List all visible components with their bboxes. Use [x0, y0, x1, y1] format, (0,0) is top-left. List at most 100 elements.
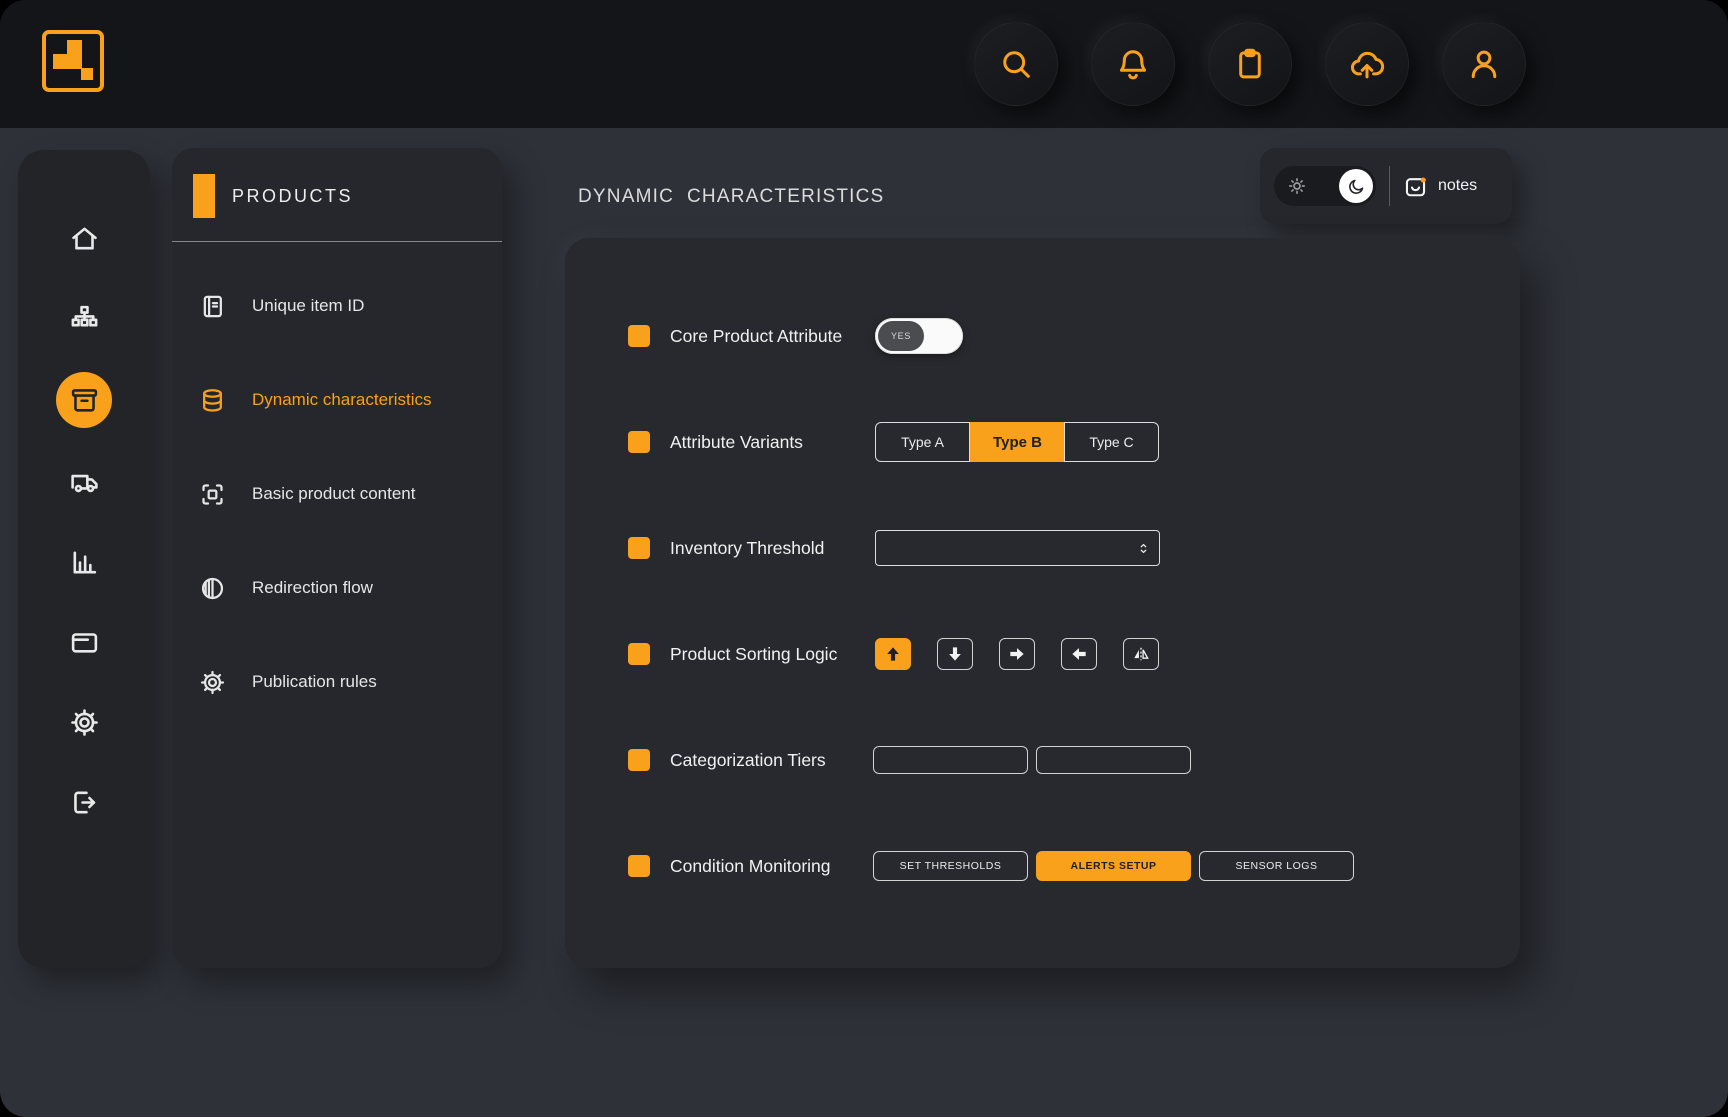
sidebar-item-logout[interactable] [58, 776, 110, 828]
sidebar-item-settings[interactable] [58, 696, 110, 748]
clipboard-icon [1232, 46, 1268, 82]
settings-gear-icon [69, 707, 100, 738]
sidebar-item-home[interactable] [58, 212, 110, 264]
page-title: DYNAMIC CHARACTERISTICS [578, 186, 884, 208]
sidebar-item-hierarchy[interactable] [58, 292, 110, 344]
dark-mode-toggle-knob[interactable] [1339, 169, 1373, 203]
menu-item-dynamic-characteristics[interactable]: Dynamic characteristics [172, 362, 502, 438]
menu-item-unique-item-id[interactable]: Unique item ID [172, 268, 502, 344]
set-thresholds-button[interactable]: SET THRESHOLDS [873, 851, 1028, 881]
cloud-upload-icon [1349, 46, 1385, 82]
arrow-left-icon [1069, 644, 1089, 664]
sorting-button-group [875, 638, 1159, 670]
row-label: Attribute Variants [670, 432, 875, 453]
inventory-threshold-checkbox[interactable] [628, 537, 650, 559]
id-book-icon [199, 293, 226, 320]
products-menu: Unique item ID Dynamic characteristics B… [172, 242, 502, 720]
sidebar-item-products[interactable] [56, 372, 112, 428]
core-attribute-toggle[interactable]: YES [875, 318, 963, 354]
form-row-condition-monitoring: Condition Monitoring SET THRESHOLDS ALER… [565, 813, 1520, 919]
row-label: Categorization Tiers [670, 750, 875, 771]
database-icon [199, 387, 226, 414]
menu-item-label: Redirection flow [252, 578, 373, 598]
checker-logo-icon [40, 28, 106, 94]
search-button[interactable] [974, 22, 1058, 106]
sort-left-button[interactable] [1061, 638, 1097, 670]
variant-type-c-button[interactable]: Type C [1064, 422, 1159, 462]
sort-up-button[interactable] [875, 638, 911, 670]
upload-button[interactable] [1325, 22, 1409, 106]
sitemap-icon [69, 303, 100, 334]
gear-icon [199, 669, 226, 696]
moon-icon [1347, 177, 1366, 196]
arrow-right-icon [1007, 644, 1027, 664]
inventory-threshold-select[interactable] [875, 530, 1160, 566]
sidebar-item-analytics[interactable] [58, 536, 110, 588]
products-panel: PRODUCTS Unique item ID Dynamic characte… [172, 148, 502, 968]
tier-1-input[interactable] [873, 746, 1028, 774]
wallet-icon [69, 627, 100, 658]
top-controls: notes [1260, 148, 1512, 224]
icon-sidebar [18, 150, 150, 968]
light-mode-icon[interactable] [1287, 176, 1307, 196]
row-label: Core Product Attribute [670, 326, 875, 347]
menu-item-publication-rules[interactable]: Publication rules [172, 644, 502, 720]
arrow-up-icon [883, 644, 903, 664]
row-label: Condition Monitoring [670, 856, 875, 877]
sun-icon [1287, 176, 1307, 196]
tier-input-group [873, 746, 1191, 774]
menu-item-label: Unique item ID [252, 296, 364, 316]
products-box-icon [69, 385, 100, 416]
menu-item-label: Publication rules [252, 672, 377, 692]
product-sorting-checkbox[interactable] [628, 643, 650, 665]
variant-type-b-button[interactable]: Type B [970, 422, 1065, 462]
sidebar-item-delivery[interactable] [58, 456, 110, 508]
sidebar-item-wallet[interactable] [58, 616, 110, 668]
truck-icon [69, 467, 100, 498]
condition-button-group: SET THRESHOLDS ALERTS SETUP SENSOR LOGS [873, 851, 1354, 881]
logout-icon [69, 787, 100, 818]
user-icon [1466, 46, 1502, 82]
brand-logo[interactable] [40, 28, 106, 94]
variant-type-a-button[interactable]: Type A [875, 422, 970, 462]
notes-icon [1403, 174, 1428, 199]
condition-monitoring-checkbox[interactable] [628, 855, 650, 877]
profile-button[interactable] [1442, 22, 1526, 106]
header-actions [974, 22, 1526, 106]
toggle-knob: YES [878, 321, 924, 351]
form-row-attribute-variants: Attribute Variants Type A Type B Type C [565, 389, 1520, 495]
settings-card: Core Product Attribute YES Attribute Var… [565, 238, 1520, 968]
row-label: Product Sorting Logic [670, 644, 875, 665]
form-row-core-product-attribute: Core Product Attribute YES [565, 283, 1520, 389]
variant-segmented-control: Type A Type B Type C [875, 422, 1159, 462]
attribute-variants-checkbox[interactable] [628, 431, 650, 453]
app-window: PRODUCTS Unique item ID Dynamic characte… [0, 0, 1728, 1117]
sort-down-button[interactable] [937, 638, 973, 670]
form-row-product-sorting-logic: Product Sorting Logic [565, 601, 1520, 707]
toggle-state-label: YES [891, 331, 911, 341]
sort-right-button[interactable] [999, 638, 1035, 670]
notifications-button[interactable] [1091, 22, 1175, 106]
notes-label: notes [1438, 177, 1477, 195]
row-label: Inventory Threshold [670, 538, 875, 559]
flip-horizontal-icon [1131, 644, 1151, 664]
core-product-attribute-checkbox[interactable] [628, 325, 650, 347]
panel-accent-marker [193, 174, 215, 218]
menu-item-basic-product-content[interactable]: Basic product content [172, 456, 502, 532]
theme-toggle[interactable] [1274, 166, 1376, 206]
search-icon [998, 46, 1034, 82]
clipboard-button[interactable] [1208, 22, 1292, 106]
tier-2-input[interactable] [1036, 746, 1191, 774]
products-panel-header: PRODUCTS [172, 148, 502, 218]
menu-item-redirection-flow[interactable]: Redirection flow [172, 550, 502, 626]
alerts-setup-button[interactable]: ALERTS SETUP [1036, 851, 1191, 881]
form-row-inventory-threshold: Inventory Threshold [565, 495, 1520, 601]
categorization-tiers-checkbox[interactable] [628, 749, 650, 771]
sort-flip-button[interactable] [1123, 638, 1159, 670]
sensor-logs-button[interactable]: SENSOR LOGS [1199, 851, 1354, 881]
notes-button[interactable]: notes [1403, 174, 1477, 199]
controls-divider [1389, 166, 1390, 206]
home-icon [69, 223, 100, 254]
top-header [0, 0, 1728, 128]
form-row-categorization-tiers: Categorization Tiers [565, 707, 1520, 813]
